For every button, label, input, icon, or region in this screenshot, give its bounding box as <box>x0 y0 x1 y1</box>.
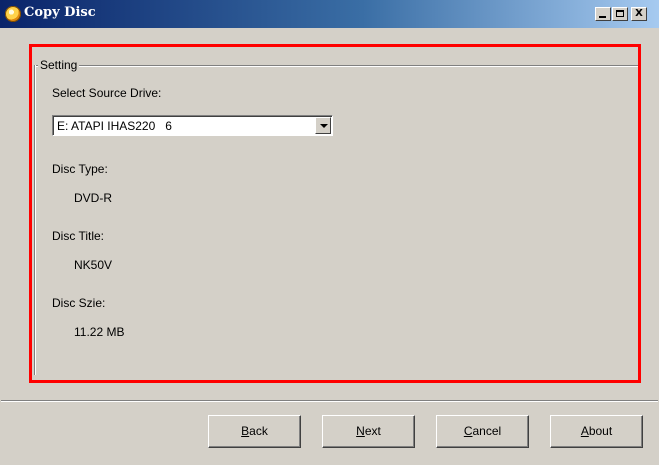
disc-size-label: Disc Szie: <box>52 296 106 310</box>
button-bar-separator <box>1 400 658 402</box>
setting-group-legend: Setting <box>38 58 80 72</box>
close-button[interactable]: X <box>631 7 647 21</box>
cancel-button[interactable]: Cancel <box>436 415 529 448</box>
disc-type-label: Disc Type: <box>52 162 108 176</box>
disc-app-icon <box>5 6 21 22</box>
disc-title-label: Disc Title: <box>52 229 105 243</box>
disc-title-value: NK50V <box>74 258 113 272</box>
source-drive-label: Select Source Drive: <box>52 86 162 100</box>
chevron-down-icon <box>320 124 328 128</box>
disc-type-value: DVD-R <box>74 191 112 205</box>
close-icon: X <box>635 8 643 19</box>
maximize-button[interactable] <box>612 7 628 21</box>
disc-size-value: 11.22 MB <box>74 325 125 339</box>
back-button[interactable]: Back <box>208 415 301 448</box>
title-bar[interactable]: Copy Disc X <box>0 0 659 28</box>
minimize-icon <box>599 16 606 18</box>
copy-disc-window: Copy Disc X Setting Select Source Drive:… <box>0 0 659 465</box>
next-button[interactable]: Next <box>322 415 415 448</box>
window-title: Copy Disc <box>24 5 96 20</box>
dropdown-button[interactable] <box>315 117 331 134</box>
group-box-left-edge <box>34 65 36 375</box>
about-button[interactable]: About <box>550 415 643 448</box>
minimize-button[interactable] <box>595 7 611 21</box>
source-drive-value: E: ATAPI IHAS220 6 <box>57 119 172 133</box>
maximize-icon <box>616 10 624 17</box>
source-drive-select[interactable]: E: ATAPI IHAS220 6 <box>52 115 333 136</box>
group-box-top-edge <box>34 65 640 67</box>
